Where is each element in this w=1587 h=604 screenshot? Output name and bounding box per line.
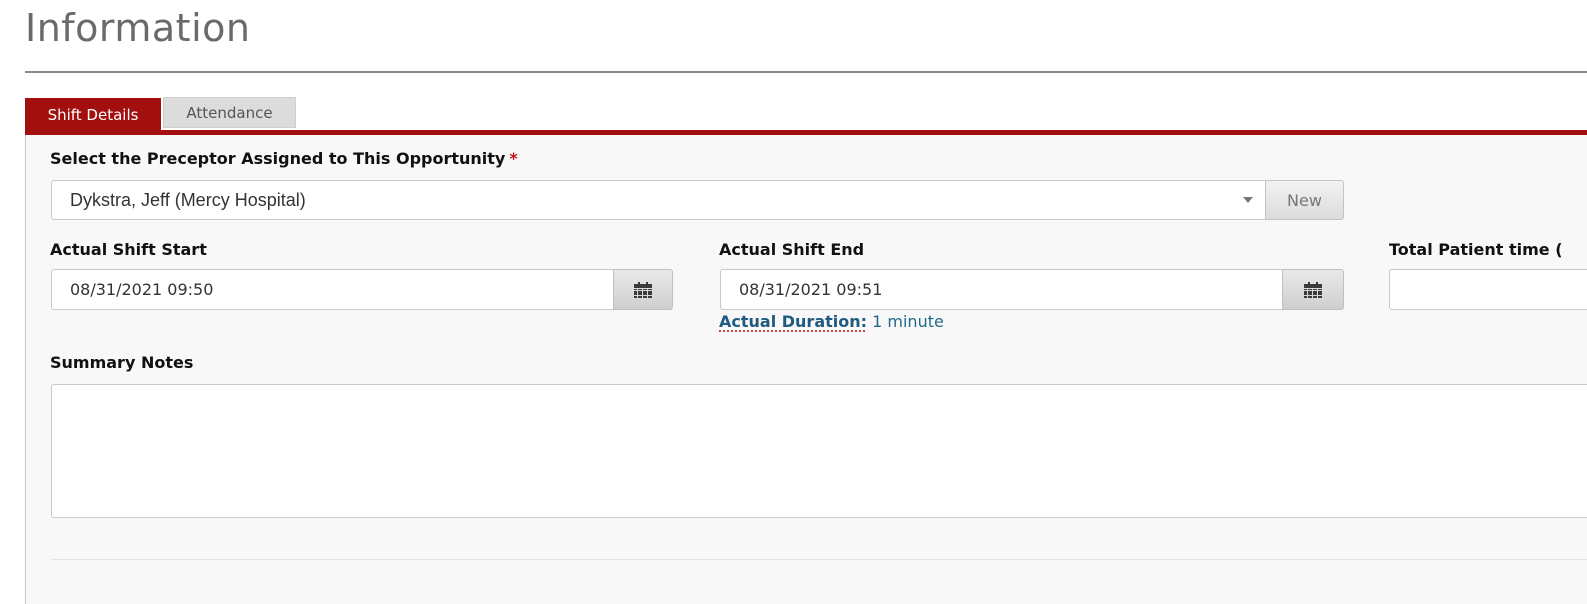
preceptor-select[interactable]: Dykstra, Jeff (Mercy Hospital) xyxy=(51,180,1266,220)
tab-attendance[interactable]: Attendance xyxy=(163,97,296,128)
summary-notes-label: Summary Notes xyxy=(50,353,194,372)
shift-end-calendar-button[interactable] xyxy=(1282,269,1344,310)
preceptor-label: Select the Preceptor Assigned to This Op… xyxy=(50,149,518,168)
section-divider xyxy=(51,559,1587,560)
shift-start-calendar-button[interactable] xyxy=(613,269,673,310)
calendar-icon xyxy=(1304,281,1322,298)
shift-end-value: 08/31/2021 09:51 xyxy=(739,280,883,299)
actual-duration-label: Actual Duration: xyxy=(719,312,868,331)
shift-start-input[interactable]: 08/31/2021 09:50 xyxy=(51,269,615,310)
actual-duration-value: 1 minute xyxy=(872,312,944,331)
shift-start-label: Actual Shift Start xyxy=(50,240,207,259)
new-preceptor-button[interactable]: New xyxy=(1265,180,1344,220)
required-marker: * xyxy=(509,149,518,168)
calendar-icon xyxy=(634,281,652,298)
chevron-down-icon[interactable] xyxy=(1243,197,1253,203)
total-patient-time-input[interactable] xyxy=(1389,269,1587,310)
tab-shift-details[interactable]: Shift Details xyxy=(25,98,161,132)
shift-end-input[interactable]: 08/31/2021 09:51 xyxy=(720,269,1284,310)
title-divider xyxy=(25,71,1587,73)
total-patient-time-label: Total Patient time ( xyxy=(1389,240,1563,259)
actual-duration: Actual Duration: 1 minute xyxy=(719,312,944,331)
shift-end-label: Actual Shift End xyxy=(719,240,865,259)
preceptor-selected-value: Dykstra, Jeff (Mercy Hospital) xyxy=(70,189,306,210)
shift-start-value: 08/31/2021 09:50 xyxy=(70,280,214,299)
summary-notes-textarea[interactable] xyxy=(51,384,1587,518)
page-title: Information xyxy=(25,6,251,50)
